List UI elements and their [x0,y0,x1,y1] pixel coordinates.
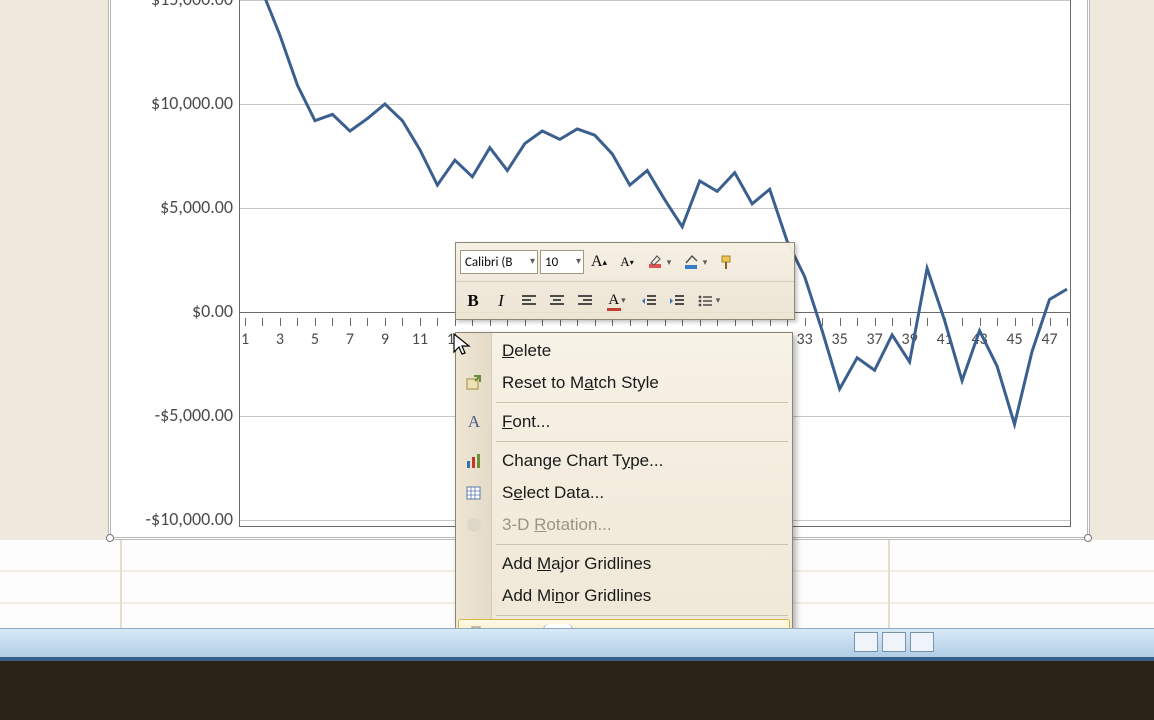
font-icon: A [464,412,484,432]
menu-item-label: Select Data... [502,483,604,503]
menu-item-label: Delete [502,341,551,361]
highlight-color-button[interactable]: ▾ [642,249,676,275]
letterbox-bottom [0,661,1154,720]
font-color-icon: A [608,292,619,309]
paintbrush-icon [718,253,736,271]
align-center-icon [549,294,565,308]
menu-item-delete[interactable]: Delete [456,335,792,367]
font-size-combo[interactable]: 10 [540,250,584,274]
grow-font-button[interactable]: A▴ [586,249,612,275]
fill-color-button[interactable]: ▾ [678,249,712,275]
y-axis-label: $5,000.00 [133,196,233,218]
context-menu: Delete Reset to Match Style A Font... Change… [455,332,793,654]
menu-item-font[interactable]: A Font... [456,406,792,438]
italic-button[interactable]: I [488,288,514,314]
align-right-icon [577,294,593,308]
select_data-icon [464,483,484,503]
grow-font-icon: A▴ [591,253,607,271]
view-layout-button[interactable] [882,632,906,652]
y-axis-label: $10,000.00 [133,92,233,114]
change_type-icon [464,451,484,471]
menu-item-label: Font... [502,412,550,432]
shrink-font-button[interactable]: A▾ [614,249,640,275]
status-bar [0,628,1154,658]
rotation-icon [464,515,484,535]
menu-item-label: Add Major Gridlines [502,554,651,574]
y-axis-label: -$5,000.00 [133,404,233,426]
menu-item-label: Add Minor Gridlines [502,586,651,606]
align-left-icon [521,294,537,308]
mini-toolbar: Calibri (B 10 A▴ A▾ ▾ ▾ B I [455,242,795,320]
format-painter-button[interactable] [714,249,740,275]
font-color-button[interactable]: A▾ [600,288,634,314]
bullets-icon [698,294,714,308]
align-left-button[interactable] [516,288,542,314]
menu-item-reset[interactable]: Reset to Match Style [456,367,792,399]
menu-item-rotation: 3-D Rotation... [456,509,792,541]
y-axis-label: $15,000.00 [133,0,233,10]
menu-item-select_data[interactable]: Select Data... [456,477,792,509]
menu-item-minor_grid[interactable]: Add Minor Gridlines [456,580,792,612]
y-axis-label: $0.00 [133,300,233,322]
italic-icon: I [498,291,504,311]
bullets-button[interactable]: ▾ [692,288,726,314]
reset-icon [464,373,484,393]
view-pagebreak-button[interactable] [910,632,934,652]
bold-button[interactable]: B [460,288,486,314]
highlight-icon [647,253,665,271]
align-center-button[interactable] [544,288,570,314]
fill-icon [683,253,701,271]
shrink-font-icon: A▾ [620,254,633,270]
menu-item-label: Reset to Match Style [502,373,659,393]
decrease-indent-button[interactable] [636,288,662,314]
align-right-button[interactable] [572,288,598,314]
decrease-indent-icon [641,294,657,308]
menu-item-label: 3-D Rotation... [502,515,612,535]
font-name-combo[interactable]: Calibri (B [460,250,538,274]
bold-icon: B [467,291,478,311]
increase-indent-button[interactable] [664,288,690,314]
menu-item-label: Change Chart Type... [502,451,663,471]
y-axis-label: -$10,000.00 [133,508,233,530]
increase-indent-icon [669,294,685,308]
menu-item-change_type[interactable]: Change Chart Type... [456,445,792,477]
menu-item-major_grid[interactable]: Add Major Gridlines [456,548,792,580]
view-normal-button[interactable] [854,632,878,652]
